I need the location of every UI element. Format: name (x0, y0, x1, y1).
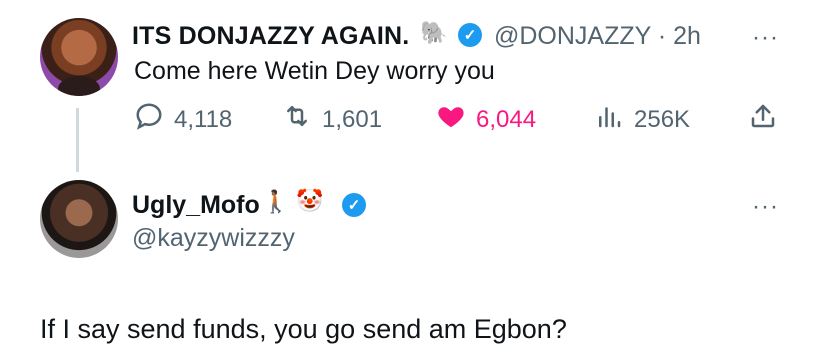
reply-count: 4,118 (174, 105, 233, 133)
thread-connector-line (76, 108, 79, 172)
heart-icon (436, 101, 466, 138)
share-icon (748, 101, 778, 138)
tweet2-walking-emoji: 🚶🏾 (262, 189, 290, 214)
retweet-button[interactable]: 1,601 (282, 101, 382, 138)
tweet1-display-name[interactable]: ITS DONJAZZY AGAIN. (132, 22, 409, 51)
tweet1-handle[interactable]: @DONJAZZY (494, 22, 651, 50)
like-button[interactable]: 6,044 (436, 101, 536, 138)
tweet2-display-name[interactable]: Ugly_Mofo (132, 191, 260, 220)
tweet1-time[interactable]: · 2h (658, 22, 701, 50)
tweet1-text: Come here Wetin Dey worry you (134, 57, 495, 85)
reply-button[interactable]: 4,118 (134, 101, 232, 138)
avatar-ugly-mofo[interactable] (40, 180, 118, 258)
tweet1-name-emoji: 🐘 (420, 20, 448, 45)
avatar-donjazzy[interactable] (40, 18, 118, 96)
retweet-count: 1,601 (322, 105, 383, 133)
tweet2-handle[interactable]: @kayzywizzzy (132, 224, 295, 253)
tweet2-clown-emoji: 🤡 (296, 188, 324, 213)
views-count: 256K (634, 105, 691, 133)
views-button[interactable]: 256K (594, 101, 690, 138)
tweet2-text: If I say send funds, you go send am Egbo… (40, 314, 567, 344)
verified-badge-icon: ✓ (342, 193, 366, 217)
views-icon (594, 101, 624, 138)
more-options-icon[interactable]: ··· (752, 193, 779, 221)
retweet-icon (282, 101, 312, 138)
like-count: 6,044 (476, 105, 537, 133)
tweet1-handle-time[interactable]: @DONJAZZY · 2h (494, 22, 701, 51)
verified-badge-icon: ✓ (458, 23, 482, 47)
share-button[interactable] (748, 101, 778, 138)
more-options-icon[interactable]: ··· (752, 24, 779, 52)
reply-icon (134, 101, 164, 138)
